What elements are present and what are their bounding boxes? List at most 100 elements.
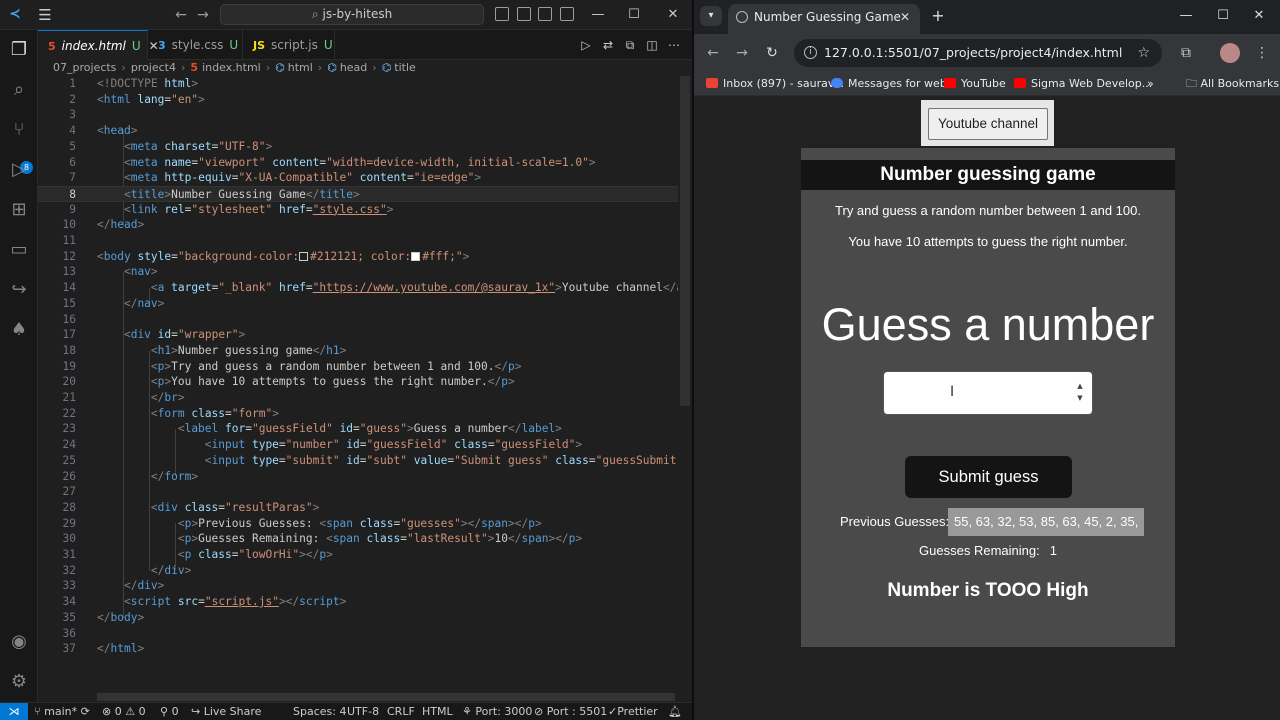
tab-label: script.js [271, 38, 318, 52]
minimize-icon[interactable]: — [1174, 6, 1198, 26]
bookmark-star-icon[interactable]: ☆ [1137, 39, 1150, 67]
breadcrumb-item[interactable]: html [288, 61, 313, 74]
remote-icon[interactable]: ⋊ [0, 703, 28, 720]
breadcrumb-item[interactable]: head [340, 61, 367, 74]
youtube-icon [944, 78, 956, 88]
problems-status[interactable]: ⊗ 0 ⚠ 0 [102, 703, 146, 720]
code-line: 18 <h1>Number guessing game</h1> [62, 343, 347, 357]
breadcrumb-item[interactable]: 07_projects [53, 61, 116, 74]
youtube-channel-link[interactable]: Youtube channel [928, 108, 1048, 140]
code-editor[interactable]: 1 <!DOCTYPE html> 2 <html lang="en"> 3 4 <h… [38, 76, 678, 692]
breadcrumb-item[interactable]: project4 [131, 61, 176, 74]
notifications-bell-icon[interactable]: 🔔︎ [668, 703, 682, 720]
extensions-icon[interactable]: ⊞ [7, 198, 31, 222]
run-debug-icon[interactable]: ▷ [7, 158, 31, 182]
bookmark-messages[interactable]: Messages for web [831, 72, 947, 96]
toggle-panel-icon[interactable] [517, 7, 531, 21]
ports-status[interactable]: ⚲ 0 [160, 703, 179, 720]
close-tab-icon[interactable]: ✕ [900, 4, 910, 30]
breadcrumb-item[interactable]: index.html [202, 61, 261, 74]
open-preview-icon[interactable]: ⧉ [622, 37, 638, 53]
close-window-icon[interactable]: ✕ [1247, 6, 1271, 26]
language-status[interactable]: HTML [422, 703, 453, 720]
code-line-current: 8 <title>Number Guessing Game</title> [38, 185, 678, 202]
tag-icon: ⌬ [275, 61, 285, 74]
encoding-status[interactable]: UTF-8 [347, 703, 379, 720]
tab-index-html[interactable]: 5 index.html U ✕ [38, 30, 159, 60]
breadcrumb-item[interactable]: title [394, 61, 416, 74]
run-icon[interactable]: ▷ [578, 37, 594, 53]
maximize-icon[interactable]: ☐ [621, 5, 647, 25]
vscode-window: ≺ ☰ ← → ⌕ js-by-hitesh — ☐ ✕ ❐ ⌕ ⑂ 8 ▷ ⊞ … [0, 0, 692, 720]
bookmark-inbox[interactable]: Inbox (897) - saurav... [706, 72, 844, 96]
port-status[interactable]: ⚘ Port: 3000 [462, 703, 532, 720]
code-line: 17 <div id="wrapper"> [62, 328, 246, 342]
settings-gear-icon[interactable]: ⚙ [7, 670, 31, 694]
js-file-icon: JS [253, 39, 266, 52]
more-actions-icon[interactable]: ⋯ [666, 37, 682, 53]
browser-tab[interactable]: Number Guessing Game ✕ [728, 4, 920, 34]
branch-status[interactable]: ⑂ main* ⟳ [34, 703, 90, 720]
more-bookmarks-icon[interactable]: » [1147, 72, 1154, 96]
explorer-icon[interactable]: ❐ [7, 38, 31, 62]
code-line: 36 [62, 626, 76, 640]
code-line: 37 </html> [62, 642, 145, 656]
tab-search-icon[interactable]: ▾ [700, 6, 722, 26]
live-share-status[interactable]: ↪ Live Share [191, 703, 261, 720]
code-line: 14 <a target="_blank" href="https://www.… [62, 281, 678, 295]
live-share-icon[interactable]: ↪ [7, 278, 31, 302]
block-icon: ⊘ [534, 705, 547, 718]
command-center-search[interactable]: ⌕ js-by-hitesh [220, 4, 484, 25]
number-spinner[interactable]: ▲ ▼ [1075, 380, 1085, 404]
back-icon[interactable]: ← [703, 43, 723, 63]
all-bookmarks[interactable]: 🗀︎ All Bookmarks [1186, 72, 1279, 96]
browser-tab-title: Number Guessing Game [754, 10, 901, 24]
back-arrow-icon[interactable]: ← [172, 5, 190, 25]
tab-script-js[interactable]: JS script.js U [243, 30, 335, 60]
horizontal-scrollbar[interactable] [97, 693, 675, 701]
maximize-icon[interactable]: ☐ [1211, 6, 1235, 26]
bookmark-youtube[interactable]: YouTube [944, 72, 1006, 96]
toggle-sidebar-icon[interactable] [495, 7, 509, 21]
guess-number-input[interactable]: I ▲ ▼ [883, 371, 1093, 415]
eol-status[interactable]: CRLF [387, 703, 415, 720]
address-bar[interactable]: i 127.0.0.1:5501/07_projects/project4/in… [794, 39, 1162, 67]
menu-icon[interactable]: ☰ [35, 5, 55, 25]
remaining-label: Guesses Remaining: [919, 543, 1040, 558]
mongodb-leaf-icon[interactable]: ♠ [7, 318, 31, 342]
close-icon[interactable]: ✕ [660, 5, 686, 25]
remote-explorer-icon[interactable]: ▭ [7, 238, 31, 262]
indentation-status[interactable]: Spaces: 4 [293, 703, 346, 720]
forward-icon[interactable]: → [732, 43, 752, 63]
minimize-icon[interactable]: — [585, 5, 611, 25]
warning-icon: ⚠ [125, 705, 136, 718]
url-text: 127.0.0.1:5501/07_projects/project4/inde… [824, 45, 1123, 60]
submit-guess-button[interactable]: Submit guess [905, 456, 1072, 498]
code-line: 13 <nav> [62, 265, 158, 279]
go-live-status[interactable]: ⊘ Port : 5501 [534, 703, 607, 720]
vertical-scrollbar[interactable] [680, 76, 690, 406]
account-icon[interactable]: ◉ [7, 630, 31, 654]
extensions-icon[interactable]: ⧉ [1176, 43, 1196, 63]
source-control-icon[interactable]: ⑂ [7, 118, 31, 142]
prettier-status[interactable]: ✓Prettier [608, 703, 658, 720]
customize-layout-icon[interactable] [560, 7, 574, 21]
site-info-icon[interactable]: i [804, 46, 817, 59]
new-tab-icon[interactable]: + [930, 7, 946, 25]
code-line: 12 <body style="background-color: #212121;… [62, 249, 470, 263]
tab-style-css[interactable]: 3 style.css U [148, 30, 243, 60]
code-line: 26 </form> [62, 469, 199, 483]
code-line: 2 <html lang="en"> [69, 92, 205, 106]
split-editor-icon[interactable]: ◫ [644, 37, 660, 53]
bookmark-sigma[interactable]: Sigma Web Develop... [1014, 72, 1152, 96]
reload-icon[interactable]: ↻ [762, 43, 782, 63]
forward-arrow-icon[interactable]: → [194, 5, 212, 25]
chrome-menu-icon[interactable]: ⋮ [1252, 43, 1272, 63]
broadcast-icon: ⚘ [462, 705, 476, 718]
search-icon[interactable]: ⌕ [7, 78, 31, 102]
code-line: 4 <head> [69, 124, 138, 138]
compare-icon[interactable]: ⇄ [600, 37, 616, 53]
sync-icon: ⟳ [80, 705, 90, 718]
profile-avatar[interactable] [1220, 43, 1240, 63]
toggle-secondary-sidebar-icon[interactable] [538, 7, 552, 21]
